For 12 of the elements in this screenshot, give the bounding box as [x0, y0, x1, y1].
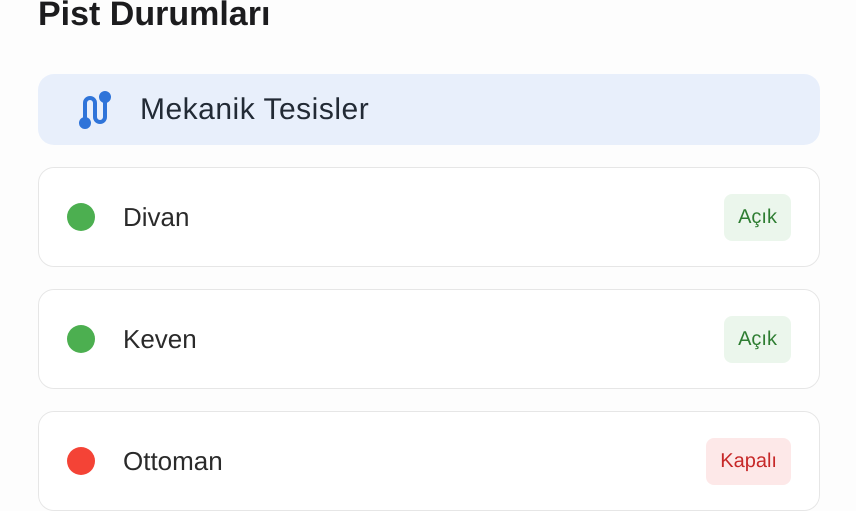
status-badge: Kapalı [706, 438, 791, 484]
lift-card[interactable]: Keven Açık [38, 289, 820, 389]
cable-route-icon [78, 90, 112, 128]
lift-name: Ottoman [123, 446, 224, 476]
status-badge: Açık [724, 194, 791, 240]
lift-name: Keven [123, 324, 198, 354]
lift-card[interactable]: Ottoman Kapalı [38, 411, 820, 511]
lift-card[interactable]: Divan Açık [38, 167, 820, 267]
section-title: Mekanik Tesisler [140, 92, 370, 126]
page-title: Pist Durumları [38, 0, 272, 34]
lift-name: Divan [123, 202, 190, 232]
status-badge: Açık [724, 316, 791, 362]
